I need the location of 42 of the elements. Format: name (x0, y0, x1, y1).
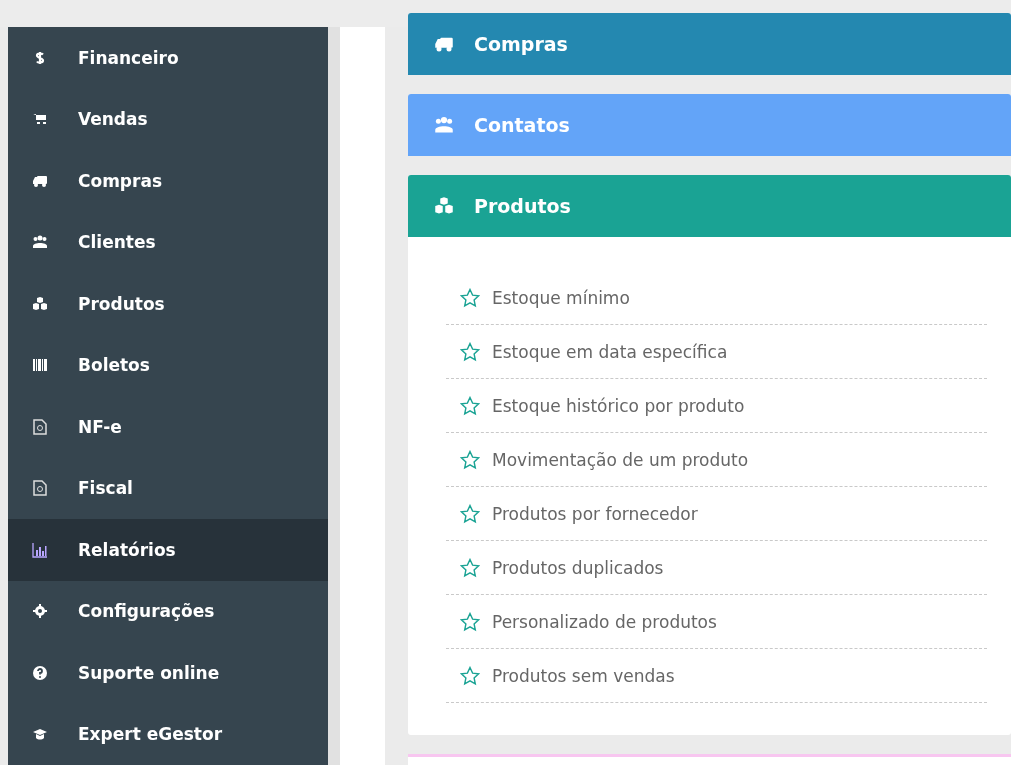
cubes-icon (32, 295, 48, 312)
sidebar-item[interactable]: Clientes (8, 211, 328, 273)
sidebar-item[interactable]: Suporte online (8, 642, 328, 704)
sidebar-item[interactable]: Configurações (8, 580, 328, 642)
users-icon (434, 115, 454, 135)
bar-chart-icon (32, 541, 48, 558)
report-link[interactable]: Estoque mínimo (492, 287, 630, 308)
report-link[interactable]: Estoque em data específica (492, 341, 728, 362)
sidebar-item[interactable]: Boletos (8, 334, 328, 396)
users-icon (32, 234, 48, 251)
star-icon[interactable] (460, 395, 480, 416)
document-icon (32, 480, 48, 497)
star-icon[interactable] (460, 503, 480, 524)
star-icon[interactable] (460, 341, 480, 362)
sidebar-item[interactable]: Compras (8, 150, 328, 212)
sidebar-item[interactable]: NF-e (8, 396, 328, 458)
star-icon[interactable] (460, 557, 480, 578)
panel-header[interactable]: Compras (408, 13, 1011, 75)
star-icon[interactable] (460, 665, 480, 686)
cubes-icon (434, 196, 454, 216)
panel-title: Compras (474, 33, 568, 55)
report-link[interactable]: Estoque histórico por produto (492, 395, 745, 416)
panel-title: Contatos (474, 114, 570, 136)
report-link[interactable]: Movimentação de um produto (492, 449, 749, 470)
star-icon[interactable] (460, 287, 480, 308)
settings-icon (32, 603, 48, 620)
sidebar-item[interactable]: Financeiro (8, 27, 328, 89)
sidebar-item[interactable]: Relatórios (8, 519, 328, 581)
sidebar-item[interactable]: Expert eGestor (8, 703, 328, 765)
report-link[interactable]: Produtos sem vendas (492, 665, 675, 686)
report-link[interactable]: Produtos duplicados (492, 557, 664, 578)
report-link[interactable]: Produtos por fornecedor (492, 503, 698, 524)
sidebar-item[interactable]: Fiscal (8, 457, 328, 519)
panel-title: Produtos (474, 195, 571, 217)
star-icon[interactable] (460, 611, 480, 632)
barcode-icon (32, 357, 48, 374)
star-icon[interactable] (460, 449, 480, 470)
sidebar-item[interactable]: Vendas (8, 88, 328, 150)
help-icon (32, 664, 48, 681)
report-link[interactable]: Personalizado de produtos (492, 611, 717, 632)
document-icon (32, 418, 48, 435)
sidebar-item[interactable]: Produtos (8, 273, 328, 335)
